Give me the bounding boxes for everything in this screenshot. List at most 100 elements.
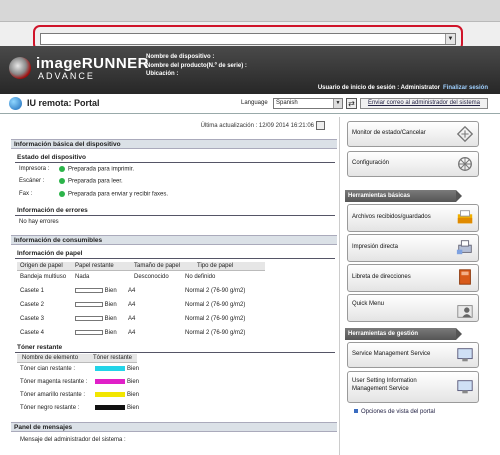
printer-icon — [456, 240, 472, 255]
paper-remaining-text: Bien — [104, 316, 117, 323]
toner-level: Bien — [95, 405, 139, 411]
login-info: Usuario de inicio de sesión : Administra… — [318, 85, 488, 91]
paper-remaining: Bien — [75, 288, 117, 294]
column-header: Nombre de elemento — [22, 355, 79, 361]
status-ok-icon — [59, 191, 65, 197]
folder-icon — [457, 210, 473, 224]
paper-remaining-text: Bien — [104, 330, 117, 337]
toner-level-text: Bien — [127, 379, 140, 386]
paper-remaining: Nada — [75, 274, 90, 280]
toner-level-bar — [95, 366, 125, 371]
globe-icon — [9, 97, 22, 110]
portal-options-link[interactable]: Opciones de vista del portal — [354, 409, 435, 415]
toner-level-text: Bien — [127, 392, 140, 399]
paper-remaining: Bien — [75, 302, 117, 308]
paper-level-bar — [75, 288, 103, 293]
status-label-scanner: Escáner : — [19, 178, 45, 184]
toner-level: Bien — [95, 366, 139, 372]
column-header: Tipo de papel — [197, 263, 234, 269]
quick-menu-button[interactable]: Quick Menu — [347, 294, 479, 322]
service-management-button[interactable]: Service Management Service — [347, 342, 479, 368]
toner-level-bar — [95, 405, 125, 410]
paper-source: Casete 2 — [20, 302, 45, 308]
header-banner: imageRUNNER ADVANCE Nombre de dispositiv… — [0, 46, 500, 94]
no-errors-text: No hay errores — [19, 219, 59, 225]
browser-title-strip — [0, 0, 500, 22]
status-label-fax: Fax : — [19, 191, 33, 197]
paper-level-bar — [75, 302, 103, 307]
last-update: Última actualización : 12/09 2014 16:21:… — [201, 121, 325, 130]
paper-type: No definido — [185, 274, 216, 280]
logo-subtext: ADVANCE — [38, 71, 95, 81]
product-name-label: Nombre del producto(N.º de serie) : — [146, 62, 247, 69]
gear-icon — [458, 157, 472, 171]
device-name-label: Nombre de dispositivo : — [146, 54, 215, 60]
switch-language-icon[interactable]: ⇄ — [346, 98, 357, 109]
toner-name: Tóner amarillo restante : — [20, 392, 86, 398]
language-select[interactable]: Spanish ▼ — [273, 98, 343, 109]
paper-size: A4 — [128, 316, 136, 322]
address-book-label: Libreta de direcciones — [352, 274, 411, 280]
location-label: Ubicación : — [146, 71, 179, 77]
status-ok-icon — [59, 166, 65, 172]
logo-text: imageRUNNER — [36, 55, 150, 72]
paper-source: Casete 4 — [20, 330, 45, 336]
status-label-printer: Impresora : — [19, 166, 50, 172]
status-value-scanner: Preparada para leer. — [59, 178, 123, 185]
mail-admin-button[interactable]: Enviar correo al administrador del siste… — [360, 98, 488, 109]
status-text: Preparada para enviar y recibir faxes. — [68, 191, 169, 198]
settings-button[interactable]: Configuración — [347, 151, 479, 177]
user-setting-label: User Setting Information Management Serv… — [352, 378, 417, 392]
paper-level-bar — [75, 330, 103, 335]
paper-remaining: Bien — [75, 330, 117, 336]
sidebar: Monitor de estado/Cancelar Configuración… — [345, 117, 490, 455]
paper-table-header: Origen de papel Papel restante Tamaño de… — [17, 262, 265, 271]
address-book-button[interactable]: Libreta de direcciones — [347, 264, 479, 292]
toner-level-text: Bien — [127, 366, 140, 373]
column-header: Tamaño de papel — [134, 263, 181, 269]
paper-remaining-text: Bien — [104, 302, 117, 309]
login-user: Usuario de inicio de sesión : Administra… — [317, 85, 440, 91]
logout-link[interactable]: Finalizar sesión — [443, 85, 488, 91]
paper-type: Normal 2 (76-90 g/m2) — [185, 330, 246, 336]
direct-print-label: Impresión directa — [352, 244, 399, 250]
refresh-icon[interactable] — [316, 121, 325, 130]
user-setting-button[interactable]: User Setting Information Management Serv… — [347, 371, 479, 403]
toner-table-header: Nombre de elemento Tóner restante — [17, 354, 137, 363]
toner-header: Tóner restante — [15, 343, 335, 353]
bullet-icon — [354, 409, 358, 414]
settings-label: Configuración — [352, 160, 390, 166]
status-text: Preparada para leer. — [68, 178, 123, 185]
toner-name: Tóner magenta restante : — [20, 379, 88, 385]
basic-tools-header: Herramientas básicas — [345, 190, 462, 202]
quick-menu-label: Quick Menu — [352, 301, 385, 307]
device-status-header: Estado del dispositivo — [15, 153, 335, 163]
toner-level-bar — [95, 392, 125, 397]
messages-header: Panel de mensajes — [11, 422, 337, 432]
received-files-label: Archivos recibidos/guardados — [352, 214, 431, 220]
admin-message-label: Mensaje del administrador del sistema : — [20, 437, 126, 443]
paper-size: A4 — [128, 330, 136, 336]
paper-remaining-text: Bien — [104, 288, 117, 295]
paper-type: Normal 2 (76-90 g/m2) — [185, 288, 246, 294]
toner-name: Tóner cian restante : — [20, 366, 76, 372]
column-header: Tóner restante — [93, 355, 133, 361]
status-ok-icon — [59, 178, 65, 184]
page-title: IU remota: Portal — [27, 98, 100, 108]
chevron-down-icon[interactable]: ▼ — [333, 99, 342, 108]
consumables-header: Información de consumibles — [11, 235, 337, 245]
direct-print-button[interactable]: Impresión directa — [347, 234, 479, 262]
monitor-button[interactable]: Monitor de estado/Cancelar — [347, 121, 479, 147]
last-update-text: Última actualización : 12/09 2014 16:21:… — [200, 123, 314, 130]
paper-type: Normal 2 (76-90 g/m2) — [185, 302, 246, 308]
paper-source: Casete 3 — [20, 316, 45, 322]
paper-type: Normal 2 (76-90 g/m2) — [185, 316, 246, 322]
toner-level-text: Bien — [127, 405, 140, 412]
basic-info-header: Información básica del dispositivo — [11, 139, 337, 149]
toner-level: Bien — [95, 392, 139, 398]
paper-source: Casete 1 — [20, 288, 45, 294]
received-files-button[interactable]: Archivos recibidos/guardados — [347, 204, 479, 232]
monitor-icon — [456, 125, 474, 143]
status-value-fax: Preparada para enviar y recibir faxes. — [59, 191, 168, 198]
paper-size: A4 — [128, 288, 136, 294]
